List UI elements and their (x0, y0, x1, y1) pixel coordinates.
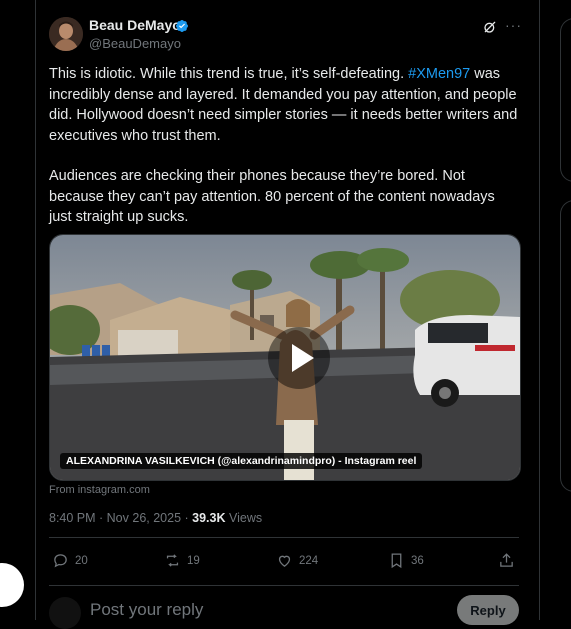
reply-button[interactable]: 20 (52, 552, 88, 569)
like-count: 224 (299, 554, 319, 567)
reply-submit-button[interactable]: Reply (457, 595, 519, 625)
timestamp[interactable]: 8:40 PM · Nov 26, 2025 · (49, 511, 192, 525)
share-button[interactable] (498, 552, 515, 569)
reply-count: 20 (75, 554, 88, 567)
bookmark-count: 36 (411, 554, 424, 567)
divider (49, 585, 519, 586)
source-label[interactable]: From instagram.com (49, 484, 150, 496)
floating-button[interactable] (0, 563, 24, 607)
tweet-paragraph: Audiences are checking their phones beca… (49, 168, 495, 225)
current-user-avatar (49, 597, 81, 629)
sidebar-card (560, 18, 571, 182)
video-player[interactable]: ALEXANDRINA VASILKEVICH (@alexandrinamin… (49, 234, 521, 481)
repost-count: 19 (187, 554, 200, 567)
video-caption: ALEXANDRINA VASILKEVICH (@alexandrinamin… (60, 453, 423, 469)
heart-icon (278, 555, 291, 567)
more-icon[interactable]: ··· (505, 17, 522, 33)
avatar[interactable] (49, 17, 83, 51)
views-count: 39.3K (192, 511, 226, 525)
repost-icon (166, 554, 179, 567)
tweet-text-span: This is idiotic. While this trend is tru… (49, 66, 409, 82)
author-handle[interactable]: @BeauDemayo (89, 36, 181, 51)
bookmark-icon (391, 553, 402, 569)
tweet-paragraph: This is idiotic. While this trend is tru… (49, 64, 519, 146)
reply-input[interactable]: Post your reply (90, 600, 203, 620)
verified-badge-icon (176, 20, 188, 32)
views-label: Views (225, 511, 263, 525)
sidebar-card (560, 200, 571, 492)
hashtag-link[interactable]: #XMen97 (408, 66, 470, 82)
tweet-text: This is idiotic. While this trend is tru… (49, 64, 519, 248)
like-button[interactable]: 224 (276, 552, 318, 569)
author-name[interactable]: Beau DeMayo (89, 17, 181, 33)
tweet-meta: 8:40 PM · Nov 26, 2025 · 39.3K Views (49, 511, 262, 525)
repost-button[interactable]: 19 (164, 552, 200, 569)
grok-icon[interactable] (482, 19, 498, 35)
play-icon[interactable] (268, 327, 330, 389)
share-icon (500, 553, 513, 567)
divider (49, 537, 519, 538)
bookmark-button[interactable]: 36 (388, 552, 424, 569)
reply-icon (54, 554, 67, 568)
